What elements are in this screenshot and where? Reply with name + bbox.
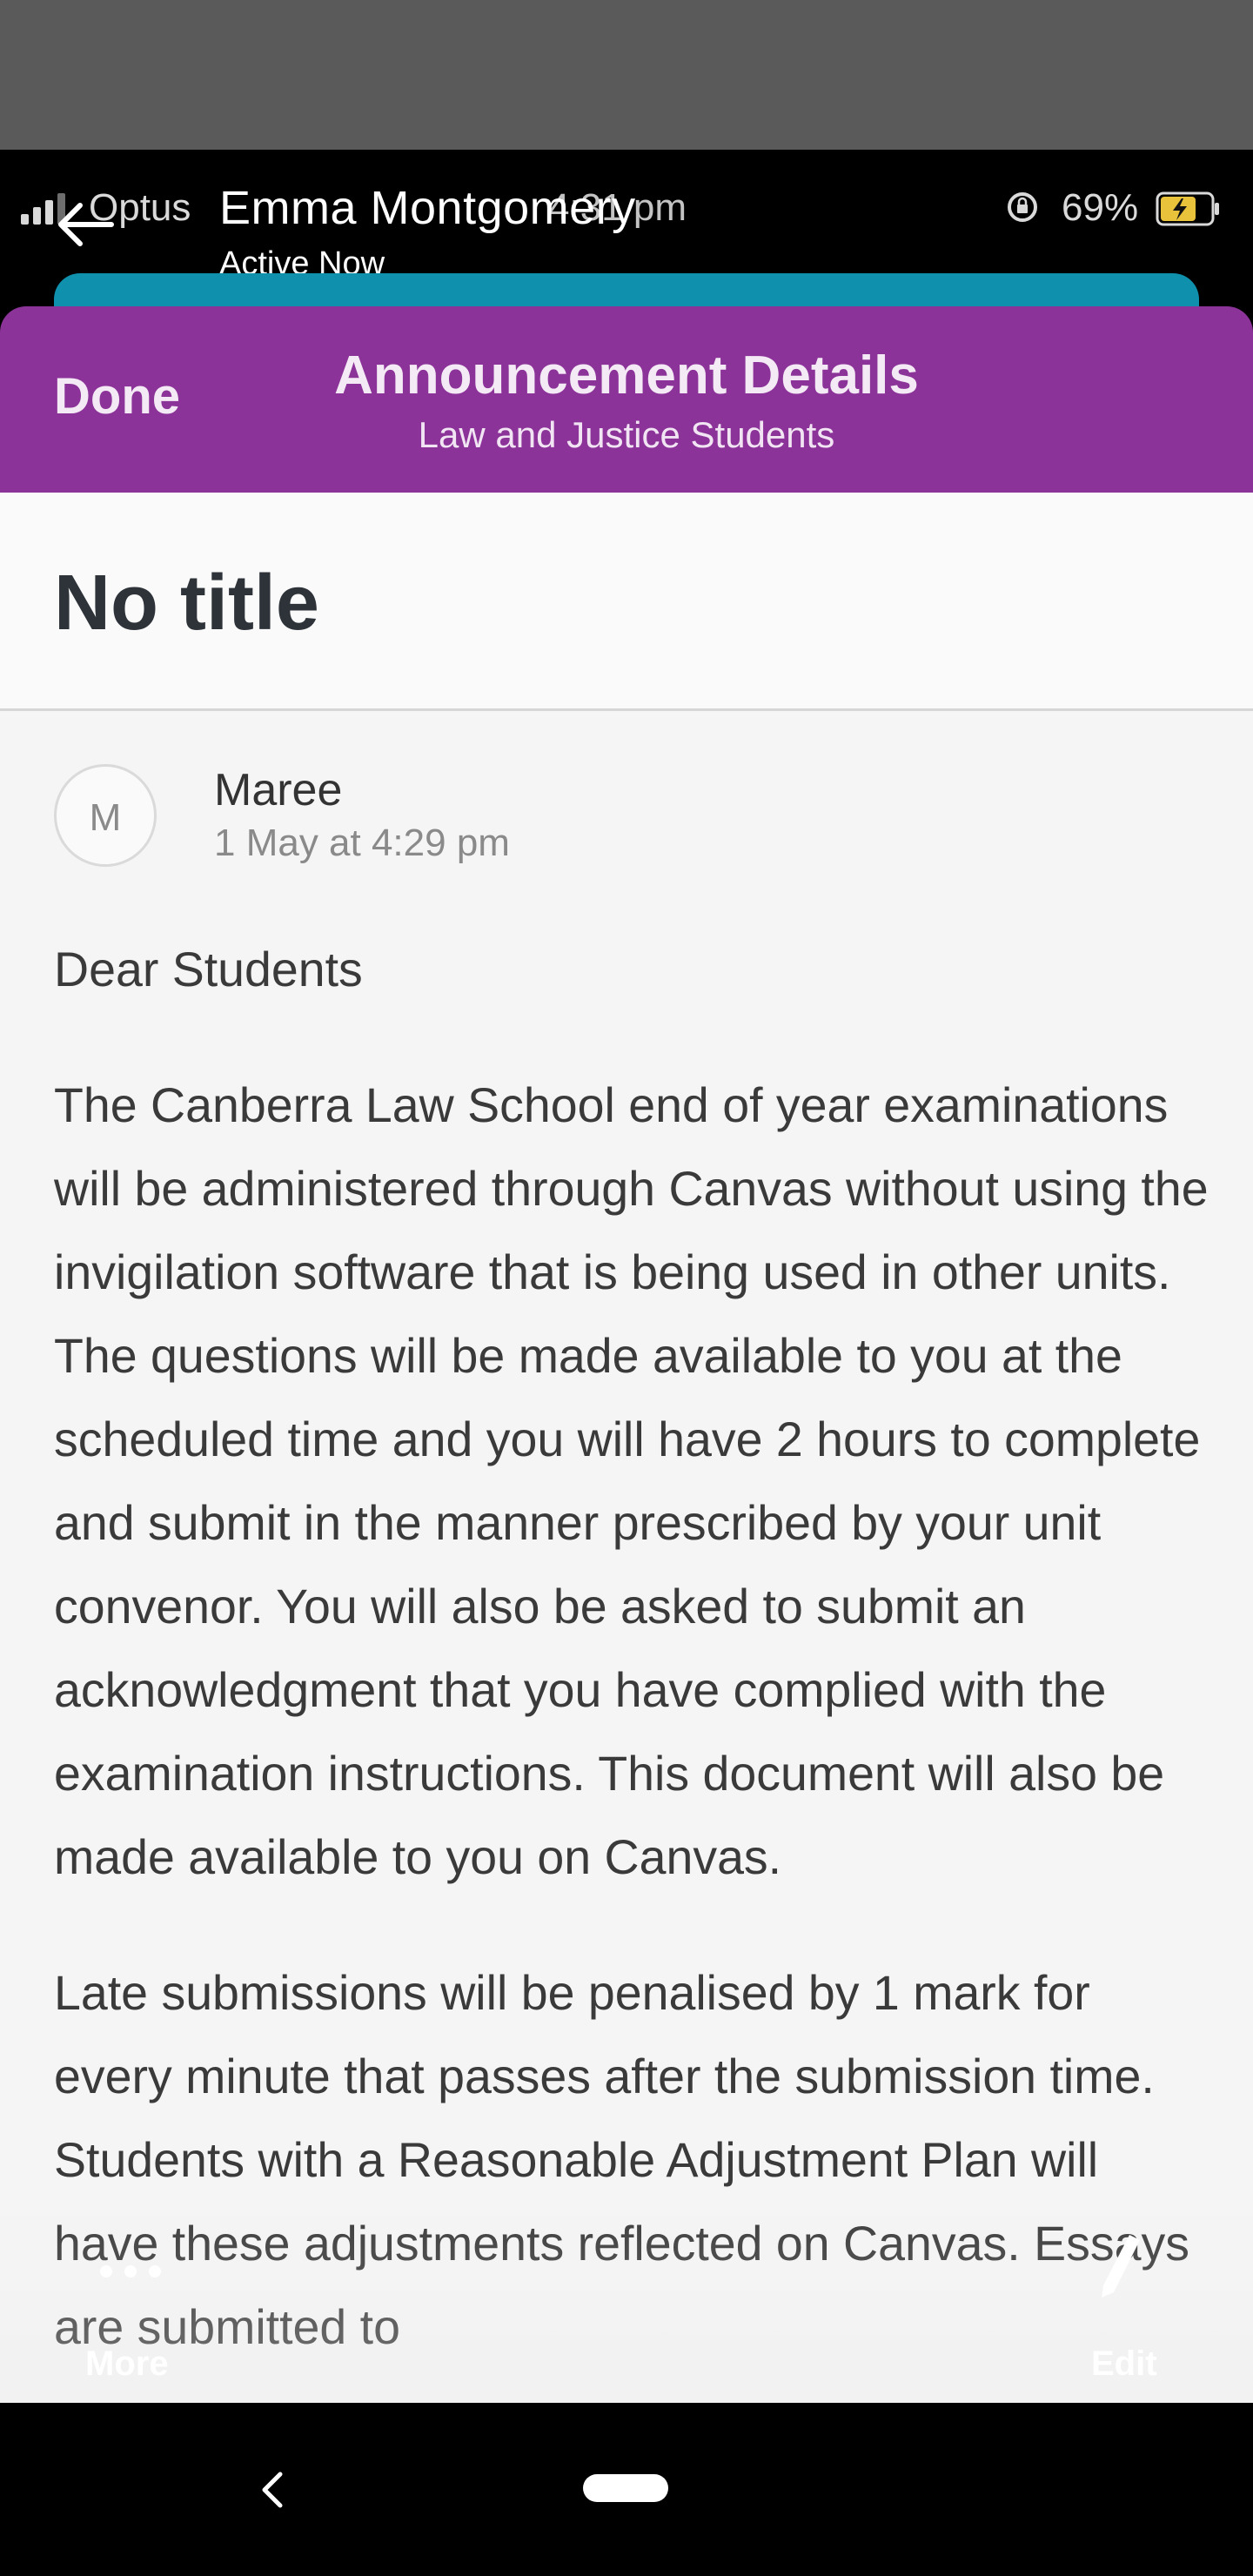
announcement-header: Done Announcement Details Law and Justic… xyxy=(0,306,1253,493)
greeting: Dear Students xyxy=(54,943,363,996)
edit-button[interactable]: Edit xyxy=(1091,2345,1157,2384)
post-date: 1 May at 4:29 pm xyxy=(214,822,510,864)
top-gray-band xyxy=(0,0,1253,150)
more-button[interactable]: More xyxy=(85,2345,169,2384)
home-pill-button[interactable] xyxy=(583,2474,668,2502)
pencil-icon[interactable] xyxy=(1095,2228,1147,2301)
more-icon[interactable] xyxy=(96,2258,165,2284)
nav-back-icon[interactable] xyxy=(254,2465,289,2514)
title-section: No title xyxy=(0,493,1253,711)
announcement-title: No title xyxy=(54,560,319,647)
author-name: Maree xyxy=(214,765,343,815)
android-nav-bar xyxy=(0,2403,1253,2576)
back-arrow-icon[interactable] xyxy=(54,200,115,249)
avatar[interactable]: M xyxy=(54,764,157,867)
bottom-toolbar xyxy=(0,2193,1253,2403)
contact-name[interactable]: Emma Montgomery xyxy=(219,181,636,235)
page-title: Announcement Details xyxy=(334,345,919,406)
course-subtitle: Law and Justice Students xyxy=(418,414,835,455)
body-paragraph-1: The Canberra Law School end of year exam… xyxy=(54,1078,1209,1884)
announcement-body: Dear Students The Canberra Law School en… xyxy=(54,928,1211,2403)
announcement-content[interactable]: No title M Maree 1 May at 4:29 pm Dear S… xyxy=(0,493,1253,2403)
